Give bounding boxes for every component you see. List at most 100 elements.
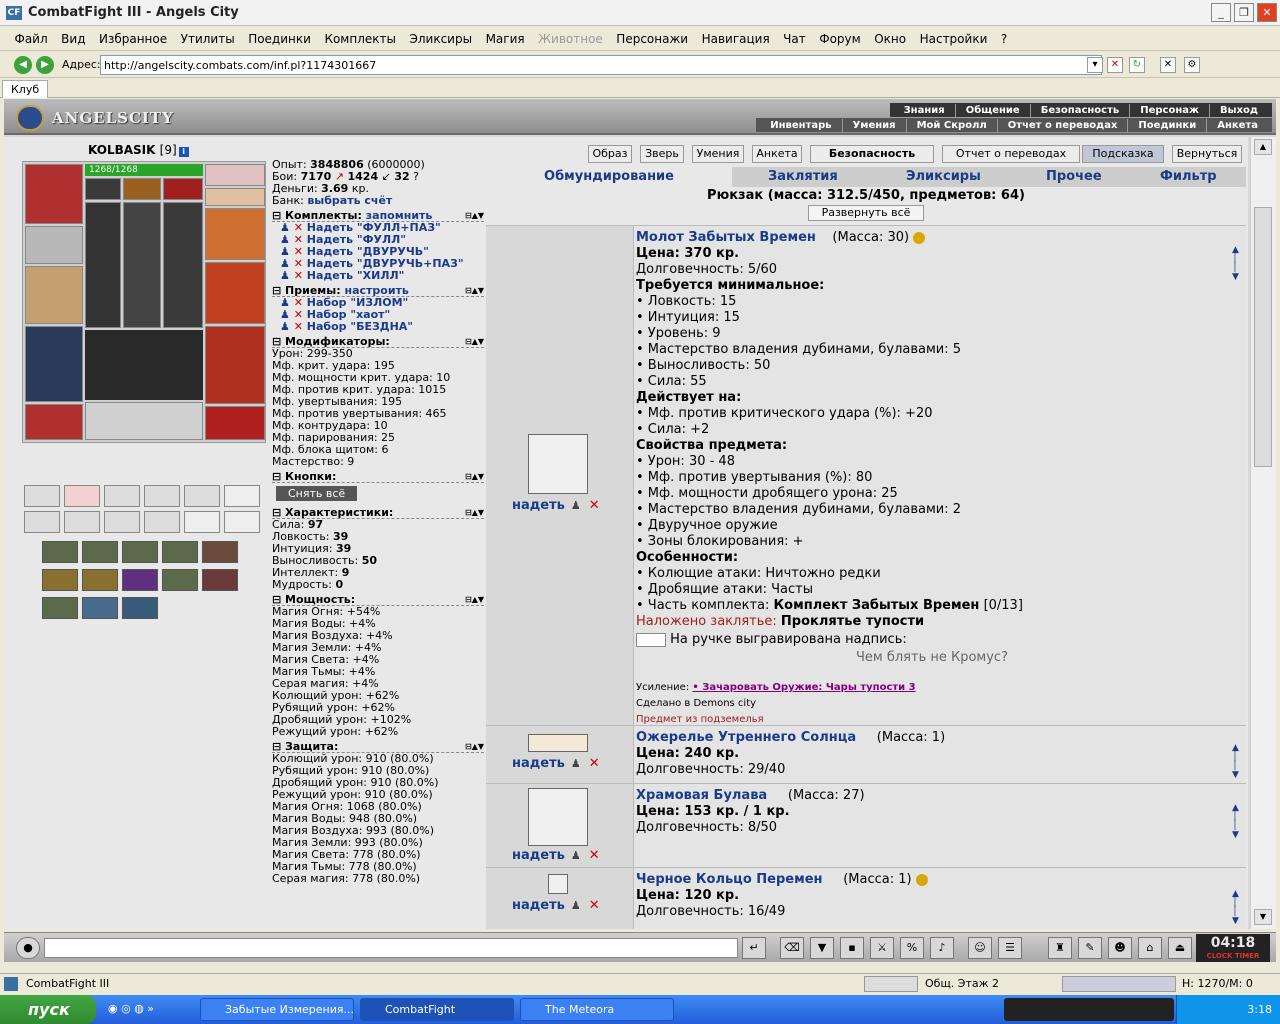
boots-slot[interactable] [205,406,265,440]
ring-slots[interactable] [85,402,203,440]
security-button[interactable]: Безопасность [810,145,934,163]
page-scrollbar[interactable]: ▲ ▼ [1250,137,1276,929]
options-icon[interactable]: ☰ [998,937,1022,959]
menu-settings[interactable]: Настройки [915,27,993,51]
weapon-slot[interactable] [25,266,83,324]
skill-2[interactable] [82,541,118,563]
image-button[interactable]: Образ [588,145,632,163]
wear-link[interactable]: надеть [512,498,565,513]
skill-12[interactable] [82,597,118,619]
status-icons[interactable] [1062,976,1176,992]
nav-skills[interactable]: Умения [843,119,907,133]
take-off-all-button[interactable]: Снять всё [276,486,358,501]
chat-input[interactable] [44,938,738,958]
delete-icon[interactable]: ✕ [589,898,600,913]
nav-social[interactable]: Общение [956,104,1031,118]
close-page-icon[interactable]: ✕ [1160,57,1176,73]
reorder-icon[interactable]: ▲ │ │ ▼ [1232,804,1239,840]
section-controls-icon[interactable]: ⊟▲▼ [465,506,484,519]
skill-3[interactable] [122,541,158,563]
menu-characters[interactable]: Персонажи [611,27,693,51]
earring-slot[interactable] [205,164,265,186]
menu-navigation[interactable]: Навигация [697,27,775,51]
wear-link[interactable]: надеть [512,898,565,913]
menu-magic[interactable]: Магия [481,27,530,51]
rune-slots-2[interactable] [123,202,161,328]
nav-transfer-report[interactable]: Отчет о переводах [998,119,1129,133]
skill-7[interactable] [82,569,118,591]
wear-link[interactable]: надеть [512,756,565,771]
stop-icon[interactable]: ✕ [1107,57,1123,73]
scroll-up-icon[interactable]: ▲ [1254,139,1272,155]
belt-item-12[interactable] [224,511,260,533]
delete-icon[interactable]: ✕ [294,320,303,333]
menu-fights[interactable]: Поединки [243,27,316,51]
nav-profile[interactable]: Анкета [1207,119,1268,133]
menu-kits[interactable]: Комплекты [319,27,401,51]
task-forgotten-dimensions[interactable]: Забытые Измерения... [200,998,354,1021]
eraser-icon[interactable]: ⌫ [780,937,804,959]
save-icon[interactable]: ▪ [840,937,864,959]
nav-character[interactable]: Персонаж [1130,104,1210,118]
scroll-icon[interactable]: ✎ [1078,937,1102,959]
address-input[interactable] [100,55,1102,75]
menu-view[interactable]: Вид [56,27,90,51]
home-icon[interactable]: ⌂ [1138,937,1162,959]
section-controls-icon[interactable]: ⊟▲▼ [465,335,484,348]
nav-fights[interactable]: Поединки [1128,119,1208,133]
tab-club[interactable]: Клуб [2,80,49,98]
quicklaunch-icons[interactable]: ◉ ◎ ◍ » [104,998,188,1021]
heart-icon[interactable] [64,485,100,507]
reorder-icon[interactable]: ▲ │ │ ▼ [1232,890,1239,926]
section-controls-icon[interactable]: ⊟▲▼ [465,740,484,753]
bank-link[interactable]: выбрать счёт [307,194,392,207]
menu-elixirs[interactable]: Эликсиры [404,27,477,51]
skill-11[interactable] [42,597,78,619]
section-controls-icon[interactable]: ⊟▲▼ [465,209,484,222]
upgrade-link[interactable]: • Зачаровать Оружие: Чары тупости 3 [692,682,915,693]
technique-item[interactable]: ♟ ✕ Набор "БЕЗДНА" [272,321,484,333]
nav-knowledge[interactable]: Знания [894,104,956,118]
scroll-thumb[interactable] [1254,207,1272,467]
filter-icon[interactable]: ▼ [810,937,834,959]
belt-item-6[interactable] [224,485,260,507]
armor-slot[interactable] [25,326,83,402]
tools-icon[interactable]: ⚙ [1184,57,1200,73]
kit-item[interactable]: ♟ ✕ Надеть "ХИЛЛ" [272,270,484,282]
necklace-slot[interactable] [205,188,265,206]
tab-elixirs[interactable]: Эликсиры [906,167,981,187]
send-icon[interactable]: ↵ [742,937,766,959]
item-name[interactable]: Молот Забытых Времен [636,230,816,245]
close-button[interactable]: ✕ [1257,3,1277,22]
nav-exit[interactable]: Выход [1210,104,1268,118]
expand-all-button[interactable]: Развернуть всё [808,205,924,221]
rune-slots[interactable] [85,202,121,328]
belt-item-5[interactable] [184,485,220,507]
skill-8[interactable] [122,569,158,591]
forward-icon[interactable]: ▶ [36,56,54,74]
wear-link[interactable]: надеть [512,848,565,863]
section-controls-icon[interactable]: ⊟▲▼ [465,593,484,606]
info-icon[interactable]: i [178,147,189,157]
sound-icon[interactable]: ♪ [930,937,954,959]
belt-item-9[interactable] [104,511,140,533]
tab-equipment[interactable]: Обмундирование [486,167,732,187]
shield-slot[interactable] [205,262,265,324]
skill-5[interactable] [202,541,238,563]
reorder-icon[interactable]: ▲ │ │ ▼ [1232,744,1239,780]
belt-item-1[interactable] [24,485,60,507]
belt-item-8[interactable] [64,511,100,533]
percent-icon[interactable]: % [900,937,924,959]
menu-window[interactable]: Окно [869,27,911,51]
belt-item-3[interactable] [104,485,140,507]
status-tools-icon[interactable] [864,976,918,992]
fight-icon[interactable]: ⚔ [870,937,894,959]
skills-button[interactable]: Умения [692,145,744,163]
menu-favorites[interactable]: Избранное [94,27,172,51]
friends-icon[interactable]: ☻ [1108,937,1132,959]
inv-slot-1[interactable] [85,178,121,200]
tab-other[interactable]: Прочее [1046,167,1102,187]
belt-item-4[interactable] [144,485,180,507]
reorder-icon[interactable]: ▲ │ │ ▼ [1232,246,1239,282]
pet-button[interactable]: Зверь [640,145,684,163]
